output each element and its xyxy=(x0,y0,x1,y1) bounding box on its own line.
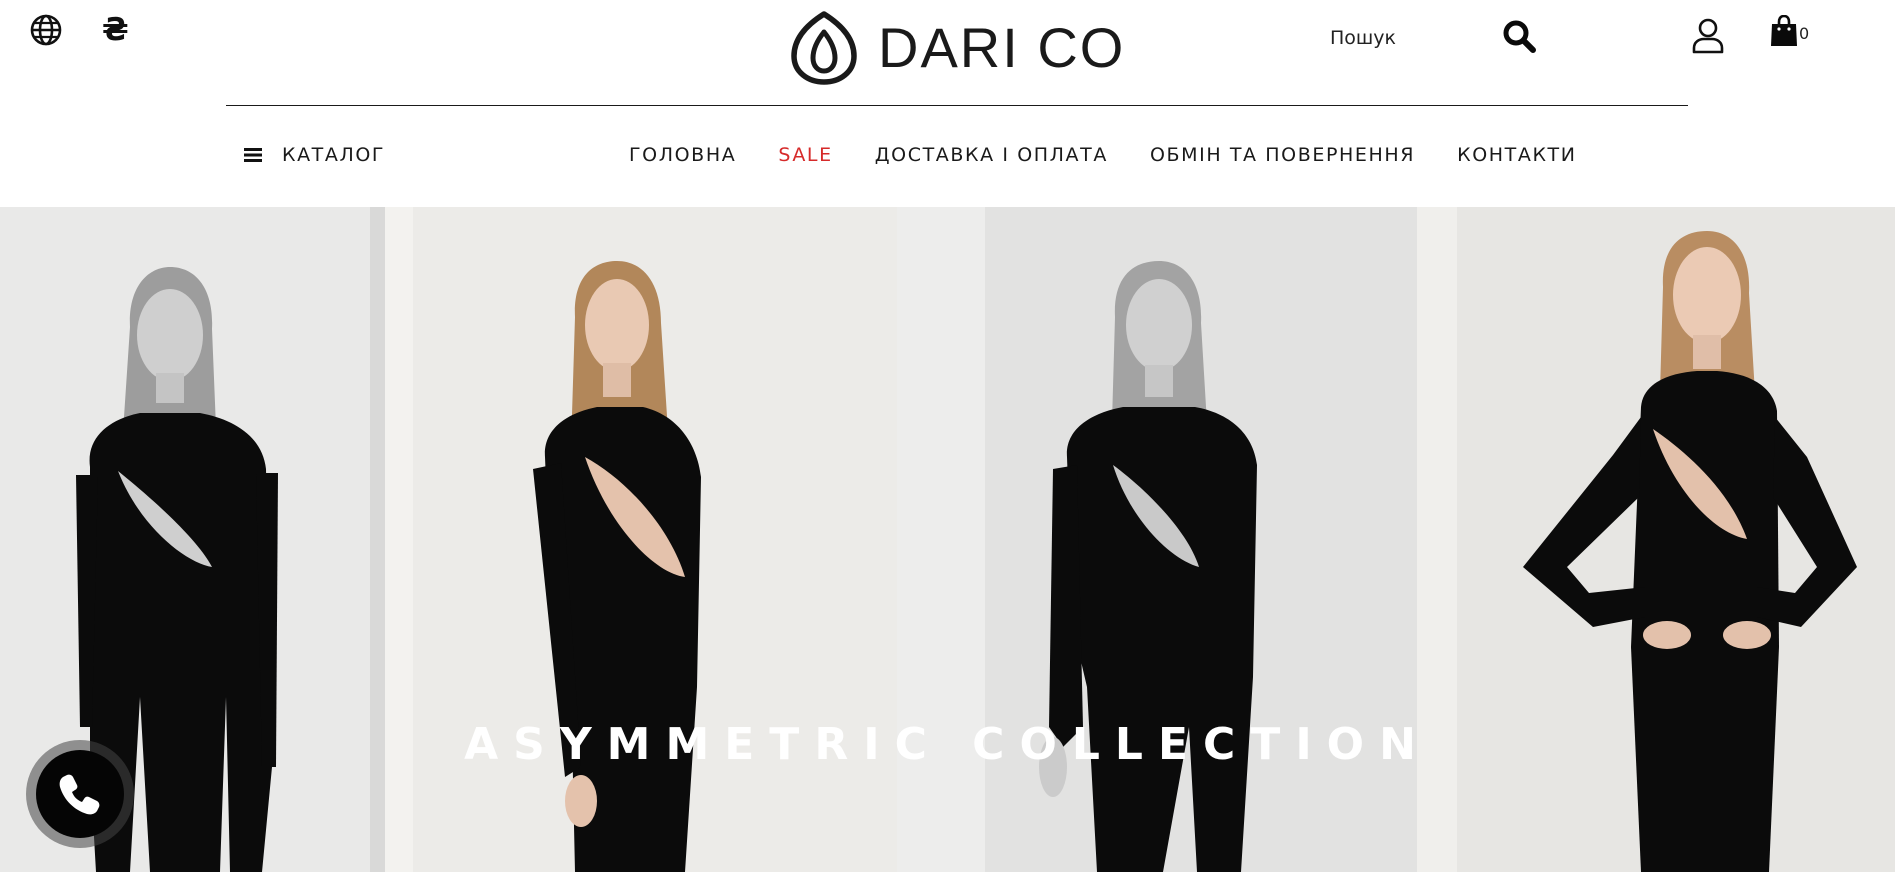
catalog-label: КАТАЛОГ xyxy=(282,144,386,166)
site-header: ₴ DARI CO Пошук 0 КАТАЛОГ ГОЛОВНА SALE Д… xyxy=(0,0,1895,207)
brand-name: DARI CO xyxy=(878,16,1126,79)
globe-icon[interactable] xyxy=(30,14,62,46)
hamburger-icon xyxy=(244,148,262,162)
cart-count: 0 xyxy=(1799,24,1810,43)
shopping-bag-icon xyxy=(1771,15,1797,46)
search-input[interactable]: Пошук xyxy=(1330,27,1396,49)
nav-item-home[interactable]: ГОЛОВНА xyxy=(629,144,736,166)
hero-banner[interactable]: ASYMMETRIC COLLECTION xyxy=(0,207,1895,872)
currency-selector[interactable]: ₴ xyxy=(102,11,129,48)
drop-logo-icon xyxy=(791,11,857,85)
call-button[interactable] xyxy=(26,740,134,848)
hero-image-3 xyxy=(897,207,1417,872)
search-icon[interactable] xyxy=(1502,19,1536,53)
nav-item-contacts[interactable]: КОНТАКТИ xyxy=(1457,144,1576,166)
cart-button[interactable]: 0 xyxy=(1770,15,1809,47)
call-button-inner xyxy=(36,750,124,838)
nav-item-delivery-payment[interactable]: ДОСТАВКА І ОПЛАТА xyxy=(875,144,1108,166)
phone-icon xyxy=(59,774,100,815)
nav-item-exchange-return[interactable]: ОБМІН ТА ПОВЕРНЕННЯ xyxy=(1150,144,1415,166)
header-utilities: ₴ xyxy=(30,14,129,46)
hero-image-2 xyxy=(385,207,897,872)
user-icon[interactable] xyxy=(1692,18,1724,54)
nav-item-sale[interactable]: SALE xyxy=(778,144,832,166)
catalog-menu-button[interactable]: КАТАЛОГ xyxy=(244,144,385,166)
hero-title: ASYMMETRIC COLLECTION xyxy=(464,719,1431,770)
main-navigation: ГОЛОВНА SALE ДОСТАВКА І ОПЛАТА ОБМІН ТА … xyxy=(629,144,1577,166)
hryvnia-icon: ₴ xyxy=(102,11,129,48)
brand-logo[interactable]: DARI CO xyxy=(788,10,1125,86)
header-divider xyxy=(226,105,1688,106)
hero-image-4 xyxy=(1417,207,1895,872)
